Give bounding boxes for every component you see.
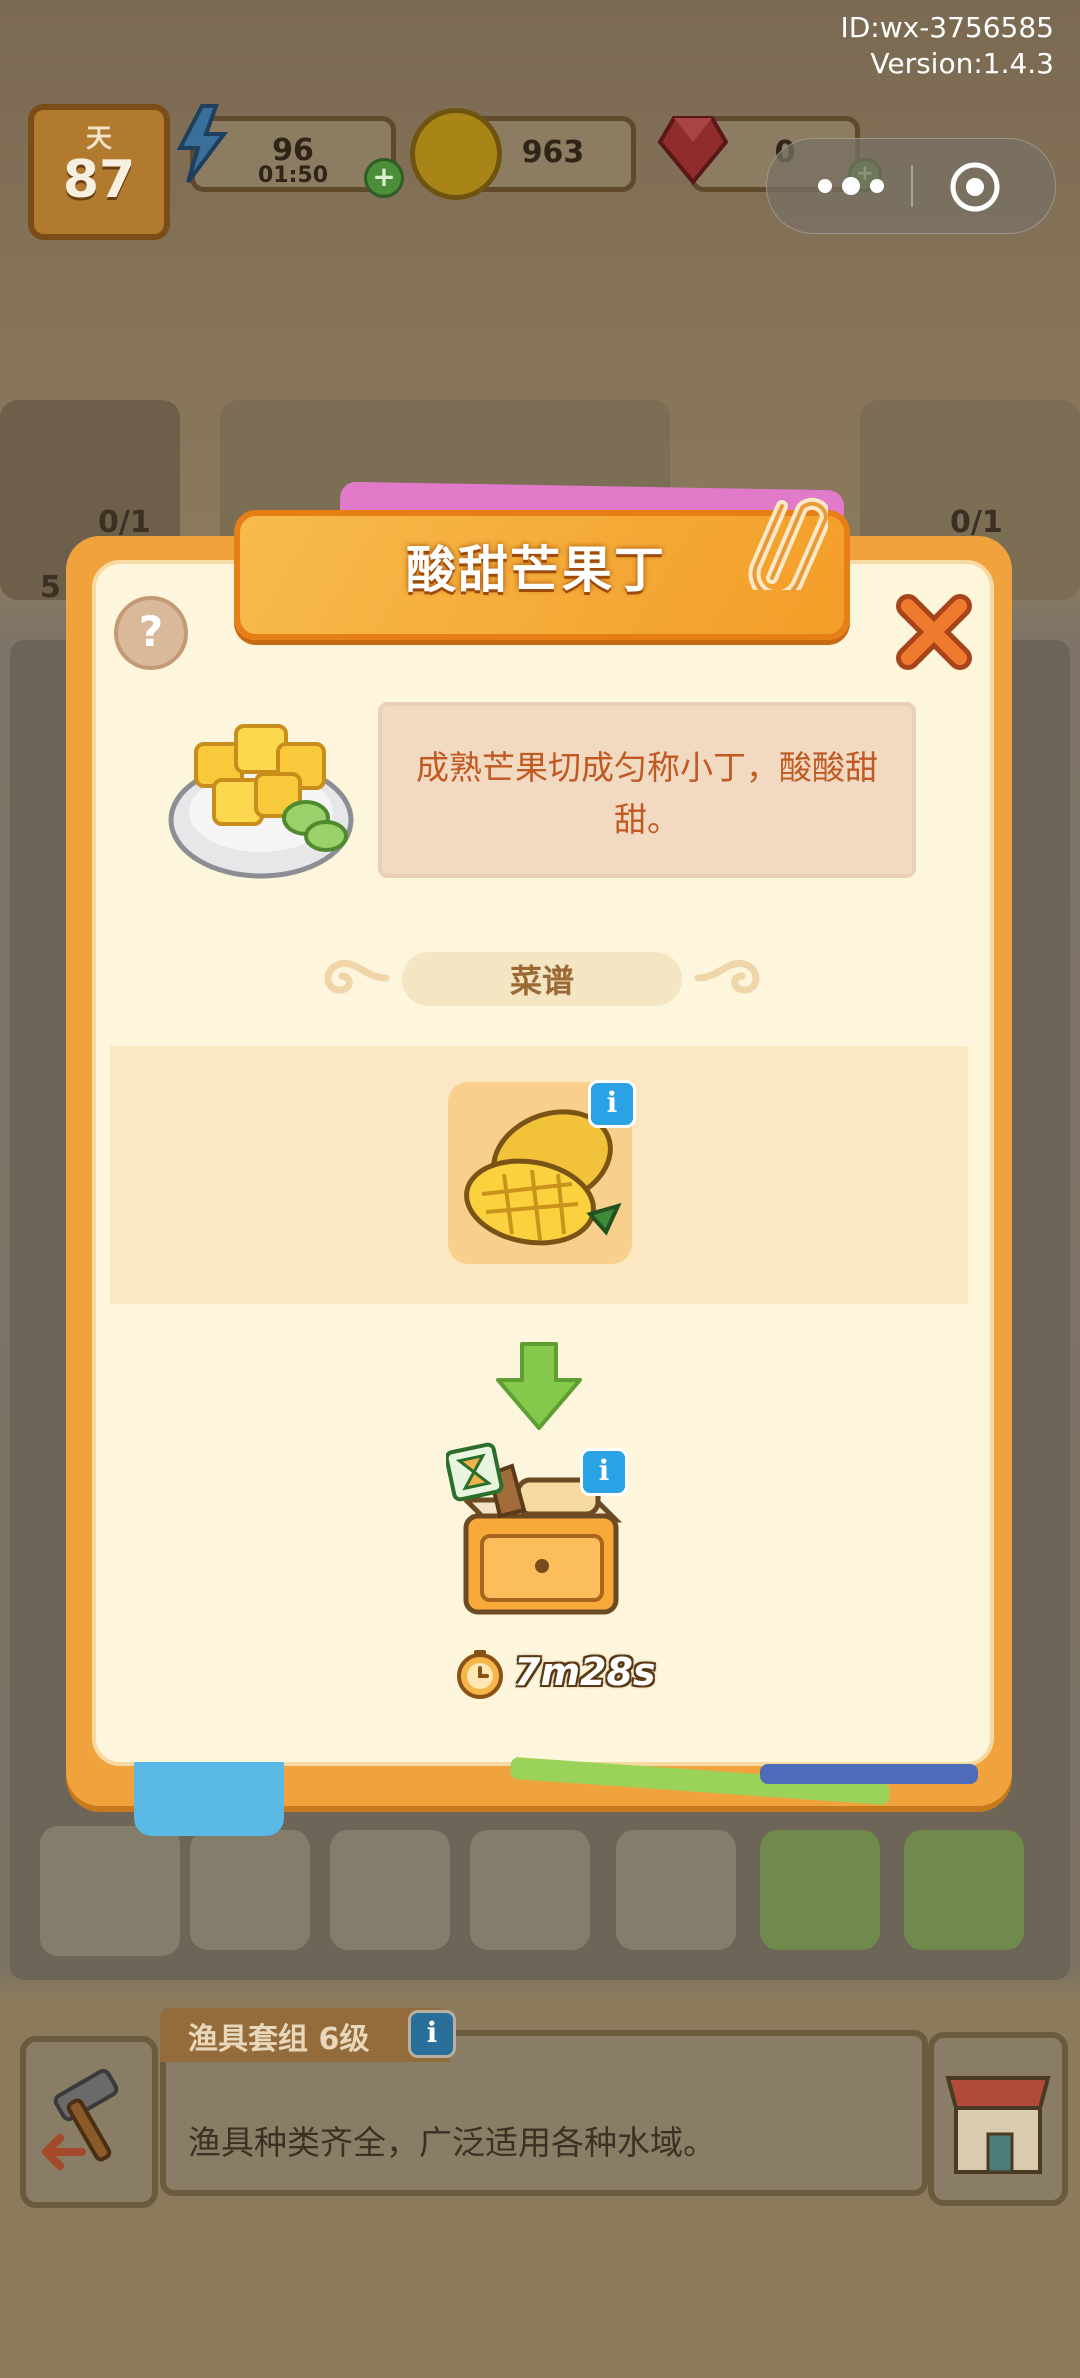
- station-info-button[interactable]: i: [580, 1448, 628, 1496]
- order-progress-left: 0/1: [98, 505, 151, 540]
- miniprogram-capsule: [766, 138, 1056, 234]
- ruby-gem-icon: [657, 116, 729, 186]
- id-line: ID:wx-3756585: [840, 11, 1054, 44]
- gold-coin-icon: [410, 108, 502, 200]
- help-button[interactable]: ?: [114, 596, 188, 670]
- right-ornament-icon: [694, 959, 760, 994]
- version-line: Version:1.4.3: [870, 47, 1054, 80]
- description-box: 成熟芒果切成匀称小丁，酸酸甜甜。: [378, 702, 916, 878]
- item-description: 渔具种类齐全，广泛适用各种水域。: [188, 2123, 716, 2162]
- hammer-icon: [42, 2068, 119, 2170]
- left-ornament-icon: [324, 959, 390, 994]
- paperclip-icon: [748, 497, 828, 590]
- craft-button[interactable]: [20, 2036, 158, 2208]
- capsule-divider: [911, 165, 913, 207]
- board-item[interactable]: [470, 1830, 590, 1950]
- arrow-down-icon: [496, 1342, 582, 1430]
- add-energy-button[interactable]: +: [364, 158, 404, 198]
- board-item[interactable]: [760, 1830, 880, 1950]
- mango-dice-dish-icon: [168, 724, 354, 879]
- more-dots-icon[interactable]: [811, 169, 891, 203]
- recipe-label: 菜谱: [509, 962, 574, 1000]
- side-counter: 5: [40, 570, 61, 605]
- board-item[interactable]: [330, 1830, 450, 1950]
- description-text: 成熟芒果切成匀称小丁，酸酸甜甜。: [416, 748, 878, 839]
- ribbon-decoration: [134, 1762, 284, 1836]
- ribbon-decoration: [760, 1764, 978, 1784]
- shop-button[interactable]: [928, 2032, 1068, 2206]
- board-item[interactable]: [616, 1830, 736, 1950]
- board-item[interactable]: [190, 1830, 310, 1950]
- close-x-icon[interactable]: [894, 592, 974, 672]
- item-info-button[interactable]: i: [408, 2010, 456, 2058]
- item-title: 渔具套组 6级: [188, 2022, 370, 2057]
- shop-icon: [945, 2076, 1051, 2174]
- order-progress-right: 0/1: [950, 505, 1003, 540]
- build-info: ID:wx-3756585 Version:1.4.3: [840, 10, 1054, 82]
- energy-icon: [176, 104, 228, 184]
- board-item[interactable]: [40, 1826, 180, 1956]
- board-item[interactable]: [904, 1830, 1024, 1950]
- day-counter: 天 87: [28, 104, 170, 240]
- day-value: 87: [62, 150, 136, 210]
- ingredient-info-button[interactable]: i: [588, 1080, 636, 1128]
- close-miniprogram-icon[interactable]: [947, 159, 1003, 215]
- timer-icon: [457, 1650, 503, 1699]
- cook-time: 7m28s: [514, 1650, 656, 1694]
